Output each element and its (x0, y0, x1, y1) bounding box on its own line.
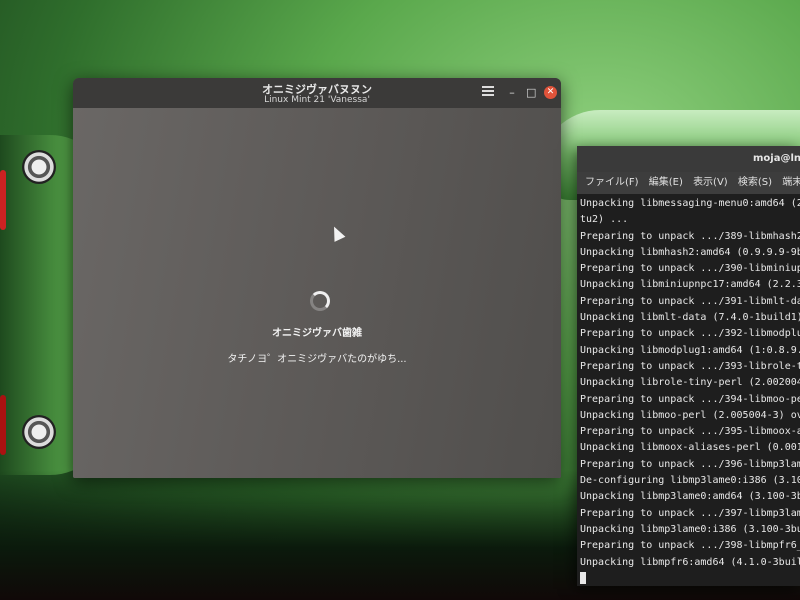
mouse-pointer-icon (328, 224, 346, 242)
terminal-line: Preparing to unpack .../392-libmodplug1_… (580, 328, 800, 340)
terminal-title: moja@lna (577, 146, 800, 172)
hamburger-icon[interactable] (481, 86, 495, 100)
window-content: オニミジヴァバ歯雑 タチノヨ゜オニミジヴァバたのがゆち... (73, 108, 561, 478)
terminal-line: Unpacking libminiupnpc17:amd64 (2.2.3-1b… (580, 279, 800, 291)
wallpaper-red-stripe (0, 170, 6, 230)
terminal-menubar: ファイル(F) 編集(E) 表示(V) 検索(S) 端末(T (577, 172, 800, 194)
terminal-line: Preparing to unpack .../396-libmp3lame0_… (580, 458, 800, 470)
update-progress-window[interactable]: オニミジヴァバヌヌン Linux Mint 21 'Vanessa' – □ ✕… (73, 78, 561, 478)
terminal-menu-terminal[interactable]: 端末(T (782, 177, 800, 188)
terminal-line: Unpacking libmessaging-menu0:amd64 (22.2 (580, 198, 800, 209)
status-title: オニミジヴァバ歯雑 (272, 328, 362, 339)
terminal-line: Unpacking libmoo-perl (2.005004-3) over … (580, 409, 800, 421)
terminal-line: Unpacking libmp3lame0:amd64 (3.100-3buil… (580, 491, 800, 503)
status-message: タチノヨ゜オニミジヴァバたのがゆち... (227, 354, 407, 365)
terminal-menu-file[interactable]: ファイル(F) (585, 177, 639, 188)
terminal-line: Preparing to unpack .../391-libmlt-data_… (580, 295, 800, 307)
terminal-line: Unpacking libmp3lame0:i386 (3.100-3build… (580, 523, 800, 535)
terminal-line: Preparing to unpack .../395-libmoox-alia… (580, 426, 800, 438)
window-titlebar[interactable]: オニミジヴァバヌヌン Linux Mint 21 'Vanessa' – □ ✕ (73, 78, 561, 108)
terminal-output[interactable]: Unpacking libmessaging-menu0:amd64 (22.2… (577, 194, 800, 586)
terminal-line: Preparing to unpack .../390-libminiupnpc… (580, 263, 800, 275)
terminal-line: Unpacking libmlt-data (7.4.0-1build1) ov… (580, 312, 800, 324)
terminal-line: Preparing to unpack .../393-librole-tiny… (580, 360, 800, 372)
maximize-button[interactable]: □ (526, 86, 536, 100)
terminal-line: Preparing to unpack .../389-libmhash2_0.… (580, 230, 800, 242)
terminal-line: Preparing to unpack .../398-libmpfr6_4.1… (580, 540, 800, 552)
terminal-window[interactable]: moja@lna ファイル(F) 編集(E) 表示(V) 検索(S) 端末(T … (577, 146, 800, 586)
terminal-menu-view[interactable]: 表示(V) (693, 177, 728, 188)
loading-spinner-icon (310, 291, 330, 311)
terminal-line: Unpacking libmhash2:amd64 (0.9.9.9-9buil… (580, 246, 800, 258)
terminal-cursor (580, 571, 586, 584)
terminal-prompt-line[interactable] (580, 571, 800, 586)
minimize-button[interactable]: – (507, 86, 517, 100)
terminal-line: Preparing to unpack .../394-libmoo-perl_… (580, 393, 800, 405)
terminal-line: tu2) ... (580, 214, 629, 226)
wallpaper-red-stripe-lower (0, 395, 6, 455)
terminal-line: Unpacking libmodplug1:amd64 (1:0.8.9.0-3… (580, 344, 800, 356)
terminal-line: Unpacking libmpfr6:amd64 (4.1.0-3build3)… (580, 556, 800, 568)
terminal-line: Preparing to unpack .../397-libmp3lame0_… (580, 507, 800, 519)
wallpaper-wheel-bottom (22, 415, 56, 449)
terminal-line: Unpacking libmoox-aliases-perl (0.001006… (580, 442, 800, 454)
terminal-line: Unpacking librole-tiny-perl (2.002004-1) (580, 377, 800, 389)
close-button[interactable]: ✕ (544, 86, 557, 99)
terminal-menu-search[interactable]: 検索(S) (738, 177, 772, 188)
terminal-menu-edit[interactable]: 編集(E) (649, 177, 683, 188)
wallpaper-wheel-top (22, 150, 56, 184)
terminal-line: De-configuring libmp3lame0:i386 (3.100-3… (580, 475, 800, 487)
